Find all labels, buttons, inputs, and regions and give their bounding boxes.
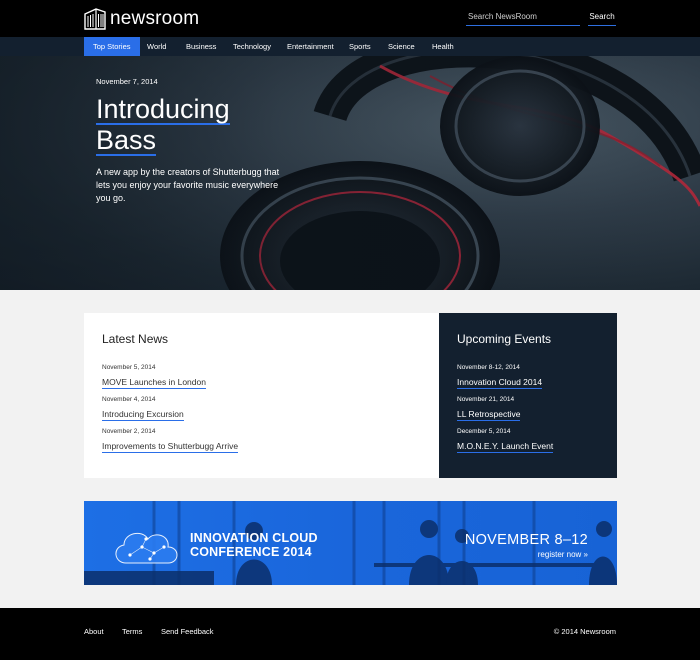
footer-link-send-feedback[interactable]: Send Feedback (161, 627, 214, 636)
footer-link-terms[interactable]: Terms (122, 627, 142, 636)
footer: About Terms Send Feedback © 2014 Newsroo… (0, 608, 700, 660)
top-bar: newsroom Search (0, 0, 700, 37)
hero-date: November 7, 2014 (96, 77, 158, 86)
news-item-date: November 4, 2014 (102, 396, 156, 403)
search-input[interactable] (466, 11, 580, 26)
banner-title-line1: INNOVATION CLOUD (190, 531, 318, 545)
hero-section[interactable]: November 7, 2014 Introducing Bass A new … (0, 56, 700, 290)
latest-news-title: Latest News (102, 332, 169, 346)
footer-copyright: © 2014 Newsroom (553, 627, 616, 636)
banner-date: NOVEMBER 8–12 (464, 532, 588, 548)
nav-item-sports[interactable]: Sports (340, 37, 380, 56)
register-link[interactable]: register now » (538, 550, 588, 559)
building-icon (84, 8, 106, 30)
news-item-date: November 2, 2014 (102, 428, 156, 435)
nav-item-technology[interactable]: Technology (224, 37, 280, 56)
event-item-date: November 21, 2014 (457, 396, 515, 403)
latest-news-panel: Latest News November 5, 2014 MOVE Launch… (84, 313, 439, 478)
nav-item-science[interactable]: Science (379, 37, 424, 56)
nav-item-world[interactable]: World (138, 37, 175, 56)
nav-item-top-stories[interactable]: Top Stories (84, 37, 140, 56)
nav-item-business[interactable]: Business (177, 37, 225, 56)
cloud-icon (115, 532, 178, 564)
hero-description: A new app by the creators of Shutterbugg… (96, 167, 280, 203)
event-item-link[interactable]: Innovation Cloud 2014 (457, 377, 543, 389)
hero-title-line1[interactable]: Introducing (96, 95, 230, 125)
footer-link-about[interactable]: About (84, 627, 104, 636)
upcoming-events-panel: Upcoming Events November 8-12, 2014 Inno… (439, 313, 617, 478)
news-item-link[interactable]: Introducing Excursion (102, 409, 184, 421)
event-item-link[interactable]: LL Retrospective (457, 409, 521, 421)
hero-title[interactable]: Introducing Bass (96, 94, 230, 156)
nav-item-health[interactable]: Health (423, 37, 463, 56)
banner-title-line2: CONFERENCE 2014 (190, 544, 312, 559)
event-item-date: December 5, 2014 (457, 428, 511, 435)
hero-title-line2[interactable]: Bass (96, 126, 157, 156)
banner-title: INNOVATION CLOUD CONFERENCE 2014 (190, 531, 318, 559)
news-item-link[interactable]: Improvements to Shutterbugg Arrive (102, 441, 239, 453)
event-item-link[interactable]: M.O.N.E.Y. Launch Event (457, 441, 554, 453)
category-nav: Top Stories World Business Technology En… (0, 37, 700, 56)
news-item-date: November 5, 2014 (102, 364, 156, 371)
search-button[interactable]: Search (588, 11, 616, 26)
nav-item-entertainment[interactable]: Entertainment (278, 37, 343, 56)
news-item-link[interactable]: MOVE Launches in London (102, 377, 206, 389)
logo[interactable]: newsroom (84, 8, 199, 30)
logo-text: newsroom (110, 8, 200, 29)
event-item-date: November 8-12, 2014 (457, 364, 520, 371)
conference-banner[interactable]: INNOVATION CLOUD CONFERENCE 2014 NOVEMBE… (84, 501, 617, 585)
upcoming-events-title: Upcoming Events (457, 332, 552, 346)
